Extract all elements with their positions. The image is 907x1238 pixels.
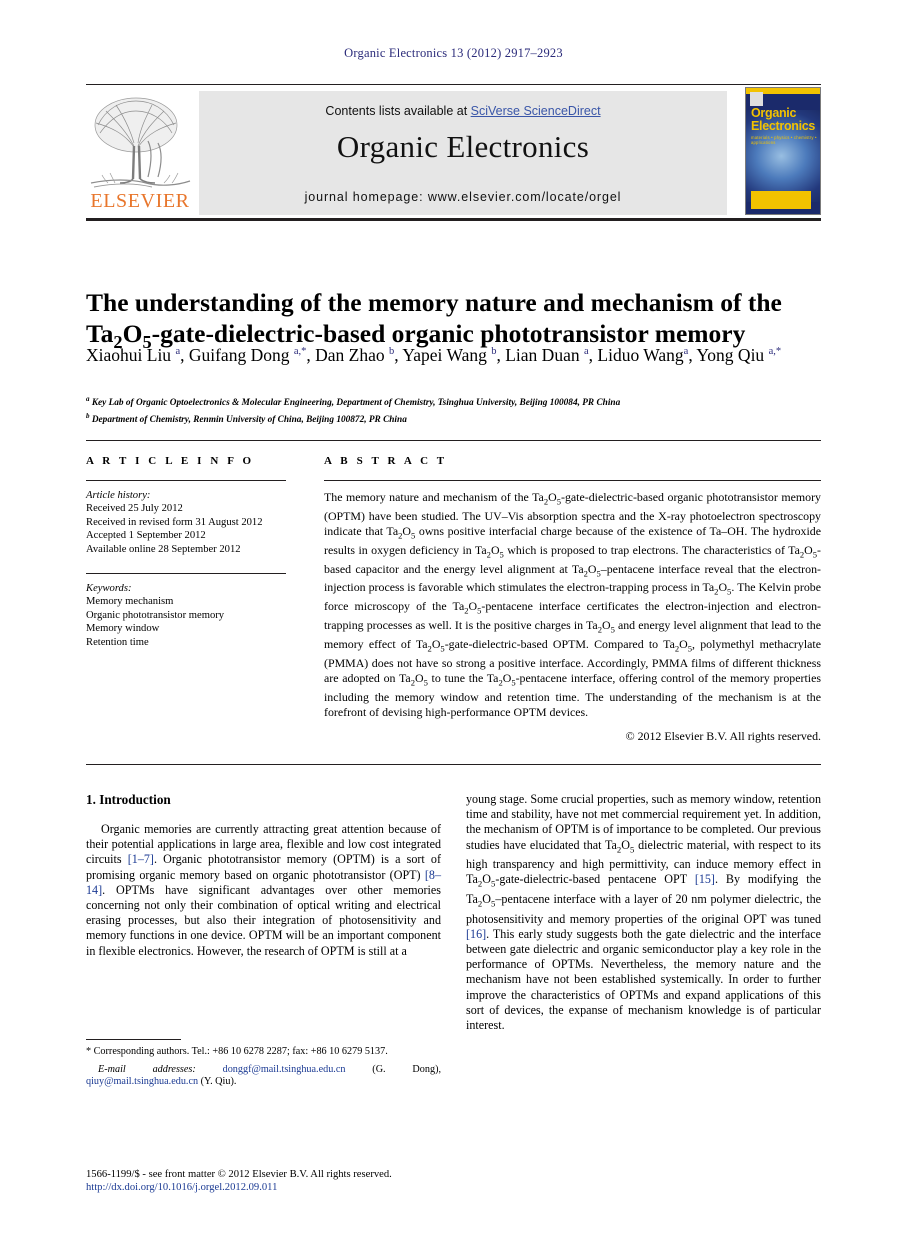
body-column-left: 1. Introduction Organic memories are cur… (86, 792, 441, 959)
author-list: Xiaohui Liu a, Guifang Dong a,*, Dan Zha… (86, 340, 806, 367)
history-item: Accepted 1 September 2012 (86, 530, 206, 542)
contents-list-line: Contents lists available at SciVerse Sci… (199, 104, 727, 118)
elsevier-tree-icon (90, 97, 191, 188)
elsevier-wordmark: ELSEVIER (90, 190, 190, 212)
article-info-rule (86, 480, 286, 481)
email-note: E-mail addresses: donggf@mail.tsinghua.e… (86, 1064, 441, 1089)
cover-publisher-mark (750, 92, 763, 106)
introduction-heading: 1. Introduction (86, 792, 171, 807)
abstract-rule (324, 480, 821, 481)
masthead-center-panel: Contents lists available at SciVerse Sci… (199, 91, 727, 215)
keyword-item: Retention time (86, 636, 149, 648)
running-head: Organic Electronics 13 (2012) 2917–2923 (344, 46, 563, 60)
affiliation-list: a Key Lab of Organic Optoelectronics & M… (86, 393, 806, 426)
introduction-paragraph-continued: young stage. Some crucial properties, su… (466, 792, 821, 1033)
history-item: Received 25 July 2012 (86, 503, 183, 515)
panel-divider-top (86, 440, 821, 441)
history-item: Received in revised form 31 August 2012 (86, 516, 263, 528)
email-address-1[interactable]: donggf@mail.tsinghua.edu.cn (223, 1064, 346, 1075)
colophon-issn-line: 1566-1199/$ - see front matter © 2012 El… (86, 1169, 392, 1180)
sciencedirect-link[interactable]: SciVerse ScienceDirect (471, 104, 601, 118)
affiliation-a-text: Key Lab of Organic Optoelectronics & Mol… (91, 398, 621, 409)
colophon-doi-link[interactable]: http://dx.doi.org/10.1016/j.orgel.2012.0… (86, 1181, 486, 1194)
abstract-body: The memory nature and mechanism of the T… (324, 490, 822, 719)
cover-bottom-bar (751, 191, 811, 209)
citation-1-7[interactable]: [1–7] (128, 852, 154, 866)
citation-16[interactable]: [16] (466, 927, 486, 941)
author-item: Xiaohui Liu a, (86, 344, 185, 365)
abstract-copyright: © 2012 Elsevier B.V. All rights reserved… (625, 729, 821, 744)
footnote-block: * Corresponding authors. Tel.: +86 10 62… (86, 1039, 441, 1089)
masthead-rule-top (86, 84, 821, 85)
email-label: E-mail addresses: (98, 1063, 196, 1075)
keywords-rule (86, 573, 286, 575)
abstract-heading: A B S T R A C T (324, 455, 448, 467)
abstract-column: A B S T R A C T The memory nature and me… (324, 455, 821, 744)
author-item: Lian Duan a, (505, 344, 594, 365)
keywords-block: Keywords: Memory mechanism Organic photo… (86, 582, 291, 649)
elsevier-logo: ELSEVIER (86, 91, 194, 215)
email-owner-1: (G. Dong), (372, 1063, 442, 1075)
affiliation-b: b Department of Chemistry, Renmin Univer… (86, 411, 407, 425)
contents-prefix: Contents lists available at (325, 104, 471, 118)
corresponding-author-text: Corresponding authors. Tel.: +86 10 6278… (93, 1046, 388, 1057)
history-item: Available online 28 September 2012 (86, 543, 241, 555)
panel-divider-bottom (86, 764, 821, 765)
keyword-item: Organic phototransistor memory (86, 609, 225, 621)
article-info-heading: A R T I C L E I N F O (86, 455, 255, 467)
journal-masthead: ELSEVIER Contents lists available at Sci… (86, 84, 821, 221)
article-history-block: Article history: Received 25 July 2012 R… (86, 489, 291, 556)
journal-cover-thumbnail: Organic Electronics materials • physics … (745, 87, 821, 215)
title-line-1: The understanding of the memory nature a… (86, 288, 782, 318)
cover-title: Organic Electronics (751, 107, 815, 132)
author-item: Dan Zhao b, (315, 344, 399, 365)
author-item: Yapei Wang b, (402, 344, 501, 365)
article-info-column: A R T I C L E I N F O Article history: R… (86, 455, 291, 649)
author-item: Guifang Dong a,*, (188, 344, 311, 365)
masthead-rule-bottom (86, 218, 821, 221)
introduction-paragraph-1: Organic memories are currently attractin… (86, 822, 442, 958)
footnote-rule (86, 1039, 181, 1040)
journal-title: Organic Electronics (336, 129, 590, 164)
cover-subtitle: materials • physics • chemistry • applic… (751, 135, 817, 145)
keyword-item: Memory mechanism (86, 596, 174, 608)
affiliation-a: a Key Lab of Organic Optoelectronics & M… (86, 395, 621, 409)
author-item: Yong Qiu a,* (696, 344, 782, 365)
author-item: Liduo Wanga, (597, 344, 693, 365)
keywords-label: Keywords: (86, 583, 132, 595)
email-owner-2: (Y. Qiu). (200, 1076, 237, 1088)
keyword-item: Memory window (86, 623, 160, 635)
body-column-right: young stage. Some crucial properties, su… (466, 792, 821, 1033)
paper-page: Organic Electronics 13 (2012) 2917–2923 (0, 0, 907, 1238)
citation-8-14[interactable]: [8–14] (86, 868, 441, 897)
affiliation-b-text: Department of Chemistry, Renmin Universi… (91, 414, 407, 425)
cover-title-line2: Electronics (751, 118, 816, 133)
colophon-block: 1566-1199/$ - see front matter © 2012 El… (86, 1168, 486, 1195)
corresponding-author-note: * Corresponding authors. Tel.: +86 10 62… (86, 1046, 388, 1057)
article-history-label: Article history: (86, 490, 151, 501)
citation-15[interactable]: [15] (695, 872, 715, 886)
email-address-2[interactable]: qiuy@mail.tsinghua.edu.cn (86, 1076, 198, 1087)
journal-homepage[interactable]: journal homepage: www.elsevier.com/locat… (199, 190, 727, 204)
